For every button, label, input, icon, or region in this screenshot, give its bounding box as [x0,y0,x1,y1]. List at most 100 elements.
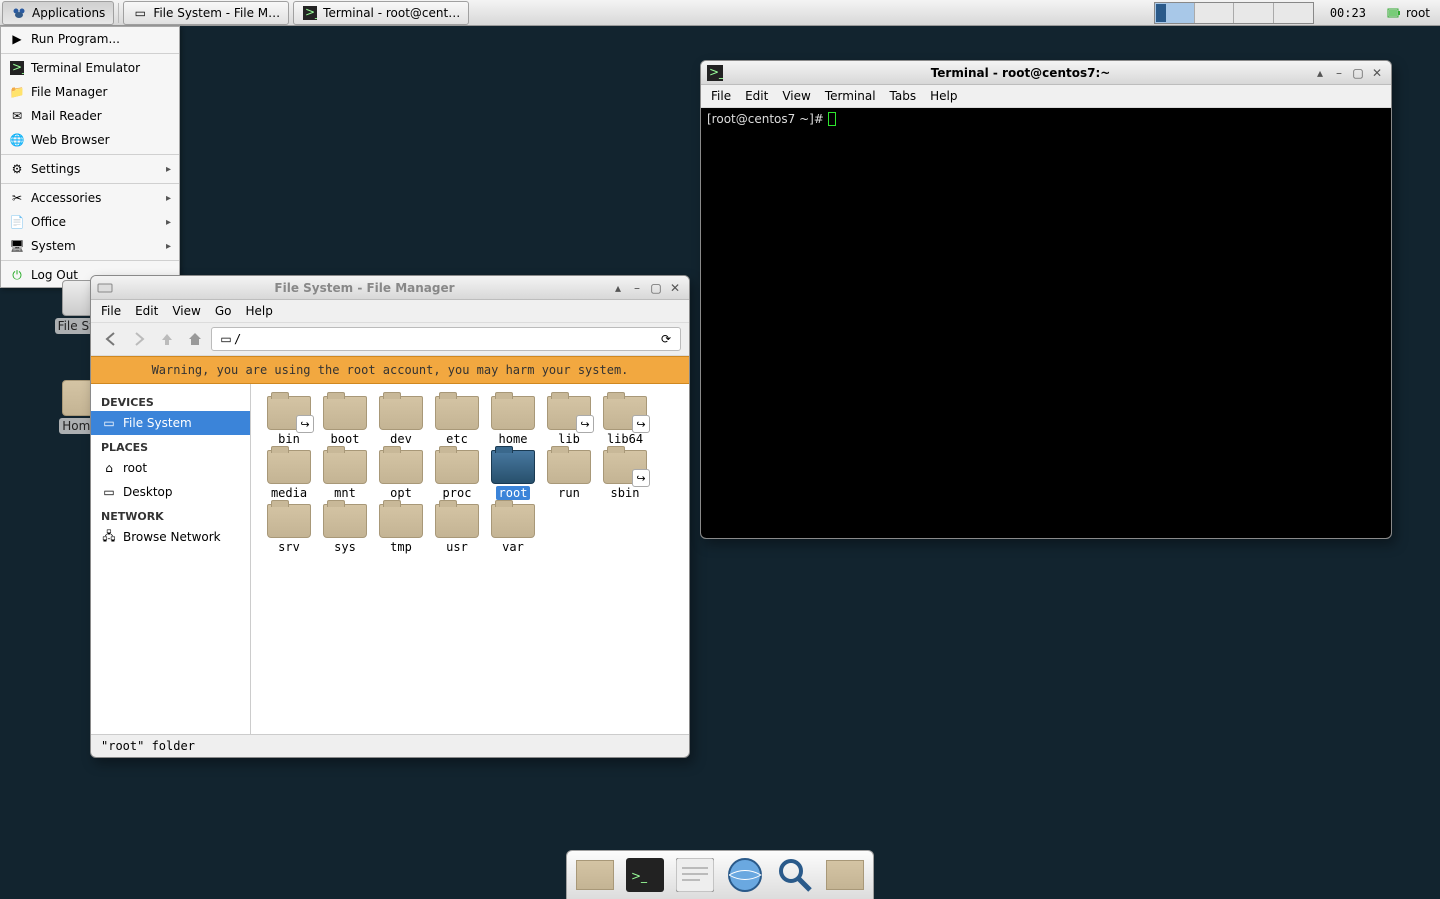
menu-file[interactable]: File [101,304,121,318]
folder-opt[interactable]: opt [373,448,429,502]
workspace-switcher[interactable] [1154,2,1314,24]
menu-help[interactable]: Help [930,89,957,103]
menu-file-manager[interactable]: 📁 File Manager [1,80,179,104]
office-icon: 📄 [9,214,25,230]
sidebar-header-devices: DEVICES [91,390,250,411]
menu-system[interactable]: 🖥 System ▸ [1,234,179,258]
menu-web-browser[interactable]: 🌐 Web Browser [1,128,179,152]
battery-icon [1386,5,1402,21]
minimize-button[interactable]: – [1331,65,1347,81]
folder-lib[interactable]: lib [541,394,597,448]
menu-accessories[interactable]: ✂ Accessories ▸ [1,186,179,210]
folder-icon: 📁 [9,84,25,100]
menu-edit[interactable]: Edit [745,89,768,103]
drive-icon: ▭ [218,331,234,347]
folder-home[interactable]: home [485,394,541,448]
applications-menu-button[interactable]: Applications [2,1,114,25]
folder-srv[interactable]: srv [261,502,317,556]
workspace-2[interactable] [1194,3,1234,23]
menu-settings[interactable]: ⚙ Settings ▸ [1,157,179,181]
folder-label: lib [555,432,583,446]
menu-file[interactable]: File [711,89,731,103]
chevron-right-icon: ▸ [166,217,171,228]
window-icon: ▭ [132,5,148,21]
menu-terminal[interactable]: Terminal [825,89,876,103]
sidebar-browse-network[interactable]: 🖧 Browse Network [91,525,250,549]
menu-office[interactable]: 📄 Office ▸ [1,210,179,234]
file-manager-content[interactable]: binbootdevetchomelib lib64 mediamntoptproc… [251,384,689,734]
minimize-button[interactable]: – [629,280,645,296]
file-manager-titlebar[interactable]: File System - File Manager ▴ – ▢ ✕ [91,276,689,300]
close-button[interactable]: ✕ [1369,65,1385,81]
back-button[interactable] [99,327,123,351]
dock-web-browser[interactable] [725,855,765,895]
folder-sbin[interactable]: sbin [597,448,653,502]
task-file-manager[interactable]: ▭ File System - File M… [123,1,289,25]
network-icon: 🖧 [101,529,117,545]
forward-button[interactable] [127,327,151,351]
menu-help[interactable]: Help [245,304,272,318]
clock: 00:23 [1320,6,1376,20]
home-button[interactable] [183,327,207,351]
folder-label: opt [387,486,415,500]
terminal-prompt: [root@centos7 ~]# [707,112,828,126]
sidebar-desktop[interactable]: ▭ Desktop [91,480,250,504]
folder-dev[interactable]: dev [373,394,429,448]
menu-edit[interactable]: Edit [135,304,158,318]
sidebar-header-places: PLACES [91,435,250,456]
folder-proc[interactable]: proc [429,448,485,502]
logout-icon: ⏻ [9,267,25,283]
location-bar[interactable]: ▭ ⟳ [211,327,681,351]
workspace-3[interactable] [1233,3,1273,23]
folder-root[interactable]: root [485,448,541,502]
sidebar-filesystem[interactable]: ▭ File System [91,411,250,435]
folder-label: boot [328,432,363,446]
menu-view[interactable]: View [782,89,810,103]
menu-mail-reader[interactable]: ✉ Mail Reader [1,104,179,128]
svg-text:>_: >_ [12,61,24,74]
dock-home[interactable] [825,855,865,895]
folder-run[interactable]: run [541,448,597,502]
path-input[interactable] [234,332,658,346]
terminal-titlebar[interactable]: >_ Terminal - root@centos7:~ ▴ – ▢ ✕ [701,61,1391,85]
menu-go[interactable]: Go [215,304,232,318]
dock-terminal[interactable]: >_ [625,855,665,895]
refresh-icon[interactable]: ⟳ [658,331,674,347]
terminal-body[interactable]: [root@centos7 ~]# [701,108,1391,538]
maximize-button[interactable]: ▢ [648,280,664,296]
folder-icon [323,504,367,538]
user-menu[interactable]: root [1376,5,1440,21]
shade-button[interactable]: ▴ [1312,65,1328,81]
shade-button[interactable]: ▴ [610,280,626,296]
folder-tmp[interactable]: tmp [373,502,429,556]
maximize-button[interactable]: ▢ [1350,65,1366,81]
run-icon: ▶ [9,31,25,47]
folder-mnt[interactable]: mnt [317,448,373,502]
workspace-1[interactable] [1155,3,1194,23]
folder-bin[interactable]: bin [261,394,317,448]
folder-boot[interactable]: boot [317,394,373,448]
folder-lib64[interactable]: lib64 [597,394,653,448]
folder-media[interactable]: media [261,448,317,502]
menu-terminal-emulator[interactable]: >_ Terminal Emulator [1,56,179,80]
file-manager-sidebar: DEVICES ▭ File System PLACES ⌂ root ▭ De… [91,384,251,734]
sidebar-root[interactable]: ⌂ root [91,456,250,480]
up-button[interactable] [155,327,179,351]
dock-app-finder[interactable] [775,855,815,895]
folder-sys[interactable]: sys [317,502,373,556]
folder-icon [379,450,423,484]
chevron-right-icon: ▸ [166,193,171,204]
folder-etc[interactable]: etc [429,394,485,448]
folder-usr[interactable]: usr [429,502,485,556]
workspace-4[interactable] [1273,3,1313,23]
menu-view[interactable]: View [172,304,200,318]
task-terminal[interactable]: >_ Terminal - root@cent… [293,1,469,25]
close-button[interactable]: ✕ [667,280,683,296]
chevron-right-icon: ▸ [166,164,171,175]
dock-file-manager[interactable] [575,855,615,895]
menu-run-program[interactable]: ▶ Run Program... [1,27,179,51]
dock-text-editor[interactable] [675,855,715,895]
menu-tabs[interactable]: Tabs [890,89,917,103]
folder-var[interactable]: var [485,502,541,556]
folder-icon [435,450,479,484]
